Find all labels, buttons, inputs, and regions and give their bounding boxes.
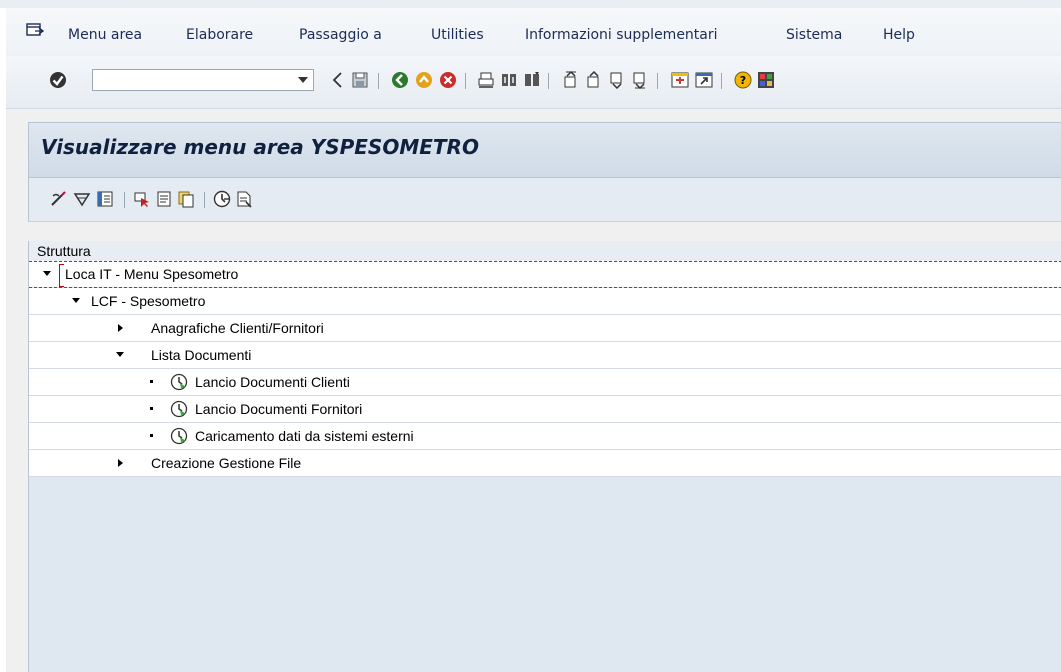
tree-node-lcf-spesometro[interactable]: LCF - Spesometro — [29, 288, 1061, 315]
menu-bar: Menu area Elaborare Passaggio a Utilitie… — [6, 8, 1061, 56]
tree-node-creazione-gestione-file[interactable]: Creazione Gestione File — [29, 450, 1061, 477]
title-bar: Visualizzare menu area YSPESOMETRO — [28, 122, 1061, 178]
leaf-bullet — [150, 434, 153, 437]
last-page-icon[interactable] — [631, 71, 649, 89]
area-menu-icon[interactable] — [96, 190, 114, 208]
copy-icon[interactable] — [177, 190, 195, 208]
select-icon[interactable] — [133, 190, 151, 208]
window-top-edge — [0, 0, 1061, 8]
standard-toolbar: ? — [6, 56, 1061, 109]
display-icon[interactable] — [155, 190, 173, 208]
menu-elaborare[interactable]: Elaborare — [186, 27, 253, 43]
tree-node-label: Caricamento dati da sistemi esterni — [195, 428, 414, 444]
application-toolbar — [28, 178, 1061, 222]
svg-text:?: ? — [740, 74, 746, 87]
command-field[interactable] — [92, 69, 314, 91]
tree-node-loca-it[interactable]: Loca IT - Menu Spesometro — [29, 261, 1061, 288]
page-title: Visualizzare menu area YSPESOMETRO — [41, 135, 479, 159]
print-icon[interactable] — [477, 71, 495, 89]
transaction-icon — [170, 400, 188, 418]
collapsed-triangle-icon[interactable] — [115, 458, 125, 468]
menu-utilities[interactable]: Utilities — [431, 27, 484, 43]
next-page-icon[interactable] — [608, 71, 626, 89]
tree-node-lista-documenti[interactable]: Lista Documenti — [29, 342, 1061, 369]
transaction-icon — [170, 373, 188, 391]
cancel-icon[interactable] — [439, 71, 457, 89]
sap-gui-window: Menu area Elaborare Passaggio a Utilitie… — [6, 8, 1061, 672]
create-session-icon[interactable] — [671, 71, 689, 89]
save-icon[interactable] — [351, 71, 369, 89]
tree-node-label: Anagrafiche Clienti/Fornitori — [151, 320, 324, 336]
tree-node-lancio-fornitori[interactable]: Lancio Documenti Fornitori — [29, 396, 1061, 423]
menu-passaggio-a[interactable]: Passaggio a — [299, 27, 382, 43]
menu-sistema[interactable]: Sistema — [786, 27, 842, 43]
tree-node-label: Lista Documenti — [151, 347, 252, 363]
tree-node-label: LCF - Spesometro — [91, 293, 206, 309]
enter-icon[interactable] — [49, 71, 67, 89]
tree-node-caricamento-dati[interactable]: Caricamento dati da sistemi esterni — [29, 423, 1061, 450]
tree-node-label: Loca IT - Menu Spesometro — [65, 266, 239, 282]
tree-node-anagrafiche[interactable]: Anagrafiche Clienti/Fornitori — [29, 315, 1061, 342]
menu-menu-area[interactable]: Menu area — [68, 27, 142, 43]
find-icon[interactable] — [500, 71, 518, 89]
menu-tree: Struttura Loca IT - Menu Spesometro LCF … — [28, 241, 1061, 672]
execute-icon[interactable] — [213, 190, 231, 208]
command-input[interactable] — [97, 71, 291, 91]
back-icon[interactable] — [391, 71, 409, 89]
collapsed-triangle-icon[interactable] — [115, 323, 125, 333]
tree-node-label: Lancio Documenti Fornitori — [195, 401, 363, 417]
tree-node-label: Lancio Documenti Clienti — [195, 374, 350, 390]
menu-help[interactable]: Help — [883, 27, 915, 43]
customize-layout-icon[interactable] — [757, 71, 775, 89]
tree-node-lancio-clienti[interactable]: Lancio Documenti Clienti — [29, 369, 1061, 396]
exit-icon[interactable] — [415, 71, 433, 89]
transaction-icon — [170, 427, 188, 445]
leaf-bullet — [150, 407, 153, 410]
tree-node-label: Creazione Gestione File — [151, 455, 302, 471]
previous-page-icon[interactable] — [585, 71, 603, 89]
window-menu-icon[interactable] — [26, 22, 44, 38]
shortcut-icon[interactable] — [695, 71, 713, 89]
help-icon[interactable]: ? — [734, 71, 752, 89]
tree-header: Struttura — [29, 241, 1061, 262]
menu-informazioni-supplementari[interactable]: Informazioni supplementari — [525, 27, 718, 43]
chevron-down-icon[interactable] — [297, 73, 309, 87]
expand-subtree-icon[interactable] — [73, 190, 91, 208]
change-icon[interactable] — [49, 190, 67, 208]
leaf-bullet — [150, 380, 153, 383]
expanded-triangle-icon[interactable] — [71, 296, 81, 306]
back-arrow-icon[interactable] — [329, 71, 347, 89]
expanded-triangle-icon[interactable] — [42, 269, 52, 279]
cursor-marker — [59, 264, 64, 287]
find-next-icon[interactable] — [523, 71, 541, 89]
tree-header-label: Struttura — [37, 243, 91, 259]
expanded-triangle-icon[interactable] — [115, 350, 125, 360]
documentation-icon[interactable] — [235, 190, 253, 208]
first-page-icon[interactable] — [562, 71, 580, 89]
